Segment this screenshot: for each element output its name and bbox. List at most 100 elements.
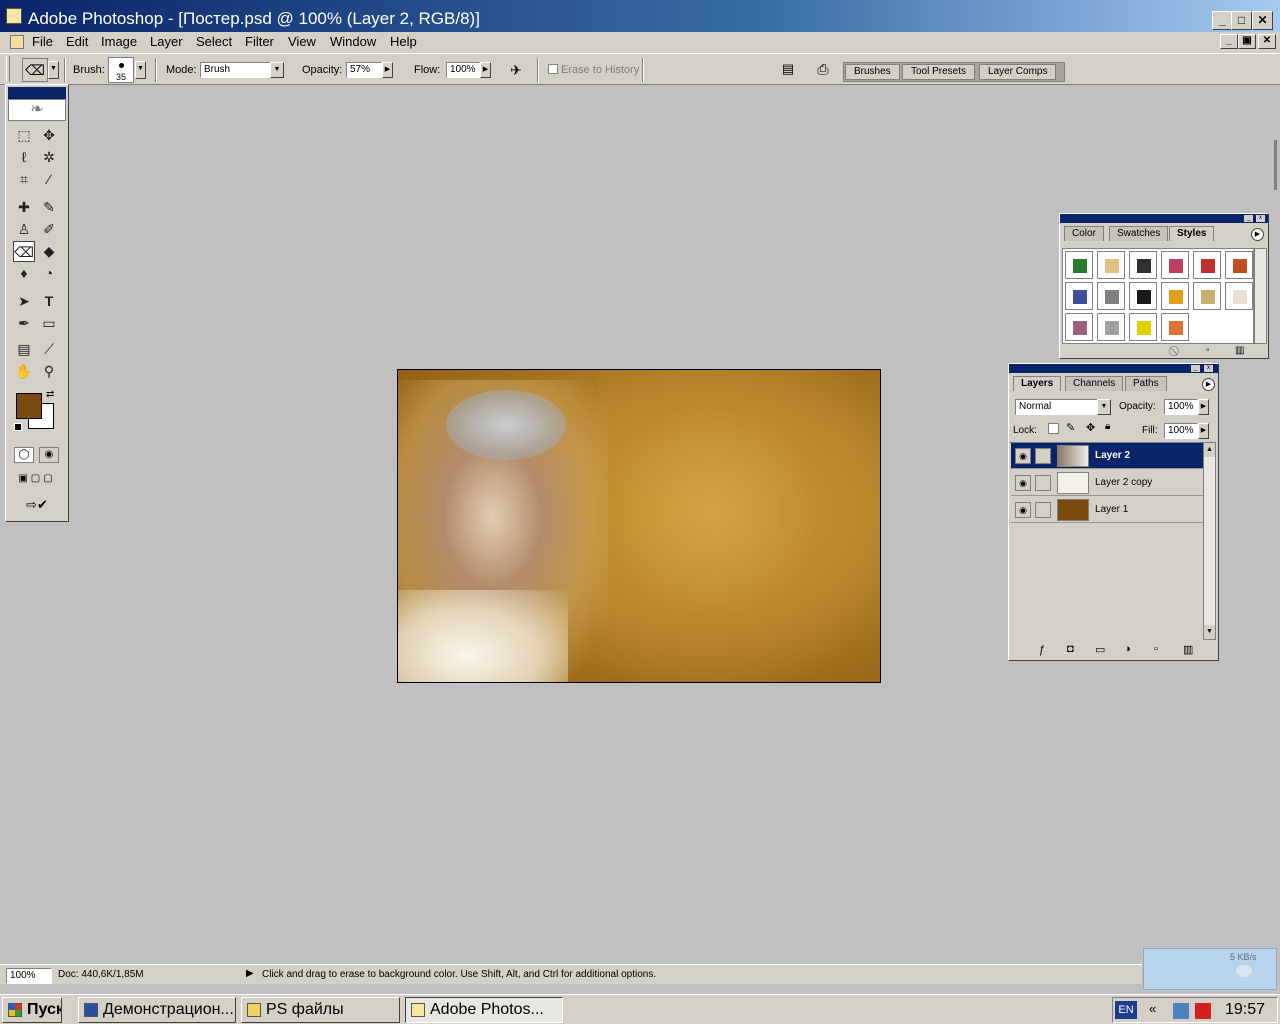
layer-style-icon[interactable]: ƒ xyxy=(1039,644,1045,656)
menu-window[interactable]: Window xyxy=(330,34,376,49)
slice-tool-icon[interactable]: ⁄ xyxy=(38,169,60,190)
network-monitor-widget[interactable]: 5 KB/s xyxy=(1143,948,1277,990)
style-swatch[interactable] xyxy=(1225,251,1253,279)
lasso-tool-icon[interactable]: ℓ xyxy=(13,147,35,168)
doc-restore-button[interactable]: ▣ xyxy=(1238,34,1256,49)
layers-scrollbar[interactable]: ▲ ▼ xyxy=(1203,442,1216,640)
style-swatch[interactable] xyxy=(1193,282,1221,310)
standard-mode-icon[interactable]: ◯ xyxy=(14,447,34,463)
move-tool-icon[interactable]: ✥ xyxy=(38,125,60,146)
language-indicator[interactable]: EN xyxy=(1115,1001,1137,1019)
jump-to-imageready-icon[interactable]: ⇨✔ xyxy=(13,497,61,517)
layer-brush-link-icon[interactable] xyxy=(1035,448,1051,464)
brush-tool-icon[interactable]: ✎ xyxy=(38,197,60,218)
brush-dropdown-arrow[interactable]: ▼ xyxy=(135,61,146,79)
layers-minimize-icon[interactable]: _ xyxy=(1191,365,1200,372)
layer-link-icon[interactable] xyxy=(1035,502,1051,518)
layer-row[interactable]: ◉ Layer 1 xyxy=(1011,497,1209,523)
hand-tool-icon[interactable]: ✋ xyxy=(13,361,35,382)
style-swatch[interactable] xyxy=(1129,251,1157,279)
style-swatch[interactable] xyxy=(1097,251,1125,279)
preset-dropdown-arrow[interactable]: ▼ xyxy=(48,61,59,79)
document-canvas[interactable] xyxy=(397,369,881,683)
visibility-eye-icon[interactable]: ◉ xyxy=(1015,448,1031,464)
shape-tool-icon[interactable]: ▭ xyxy=(38,313,60,334)
toolbox-header[interactable] xyxy=(8,87,66,99)
styles-panel-header[interactable] xyxy=(1060,214,1268,223)
visibility-eye-icon[interactable]: ◉ xyxy=(1015,475,1031,491)
eraser-preset-icon[interactable]: ⌫ xyxy=(22,58,48,82)
visibility-eye-icon[interactable]: ◉ xyxy=(1015,502,1031,518)
clone-stamp-tool-icon[interactable]: ♙ xyxy=(13,219,35,240)
style-swatch[interactable] xyxy=(1161,313,1189,341)
style-swatch[interactable] xyxy=(1129,313,1157,341)
lock-position-icon[interactable]: ✥ xyxy=(1086,421,1095,434)
airbrush-icon[interactable]: ✈ xyxy=(504,59,528,81)
marquee-tool-icon[interactable]: ⬚ xyxy=(13,125,35,146)
screen-mode-icons[interactable]: ▣▢▢ xyxy=(13,473,61,489)
layer-opacity-input[interactable]: 100% xyxy=(1164,399,1198,415)
palette-well-icon[interactable]: ⎙ xyxy=(812,60,834,78)
blend-mode-select[interactable]: Normal xyxy=(1015,399,1101,415)
photoshop-app-icon[interactable] xyxy=(6,8,22,24)
tray-expand-icon[interactable]: « xyxy=(1149,1001,1156,1016)
style-swatch[interactable] xyxy=(1065,251,1093,279)
style-swatch[interactable] xyxy=(1065,313,1093,341)
tab-swatches[interactable]: Swatches xyxy=(1109,226,1169,241)
tab-styles[interactable]: Styles xyxy=(1169,226,1215,241)
dodge-tool-icon[interactable]: ◔ xyxy=(38,263,60,284)
history-brush-tool-icon[interactable]: ✐ xyxy=(38,219,60,240)
layer-row[interactable]: ◉ Layer 2 copy xyxy=(1011,470,1209,496)
path-selection-tool-icon[interactable]: ➤ xyxy=(13,291,35,312)
close-button[interactable]: ✕ xyxy=(1252,11,1273,30)
minimize-button[interactable]: _ xyxy=(1212,11,1233,30)
menu-help[interactable]: Help xyxy=(390,34,417,49)
network-tray-icon[interactable] xyxy=(1173,1003,1189,1019)
menu-select[interactable]: Select xyxy=(196,34,232,49)
layers-close-icon[interactable]: x xyxy=(1204,365,1213,372)
swap-colors-icon[interactable]: ⇄ xyxy=(46,389,54,400)
mode-dropdown-arrow[interactable]: ▼ xyxy=(270,62,284,78)
lock-transparency-icon[interactable] xyxy=(1048,423,1059,434)
taskbar-item-word[interactable]: Демонстрацион... xyxy=(78,997,236,1023)
layers-menu-arrow-icon[interactable]: ▶ xyxy=(1202,378,1215,391)
scroll-up-icon[interactable]: ▲ xyxy=(1204,443,1215,457)
brush-preview[interactable]: 35 xyxy=(108,57,134,83)
eraser-tool-icon[interactable]: ⌫ xyxy=(13,241,35,262)
flow-input[interactable]: 100% xyxy=(446,62,480,78)
delete-layer-icon[interactable]: ▥ xyxy=(1183,643,1193,656)
doc-minimize-button[interactable]: _ xyxy=(1220,34,1238,49)
taskbar-item-photoshop[interactable]: Adobe Photos... xyxy=(405,997,563,1023)
styles-minimize-icon[interactable]: _ xyxy=(1244,215,1253,222)
taskbar-item-folder[interactable]: PS файлы xyxy=(241,997,400,1023)
type-tool-icon[interactable]: T xyxy=(38,291,60,312)
style-swatch[interactable] xyxy=(1097,313,1125,341)
erase-history-checkbox[interactable] xyxy=(548,64,558,74)
document-icon[interactable] xyxy=(10,35,24,49)
start-button[interactable]: Пуск xyxy=(2,997,62,1023)
menu-edit[interactable]: Edit xyxy=(66,34,88,49)
notes-tool-icon[interactable]: ▤ xyxy=(13,339,35,360)
zoom-tool-icon[interactable]: ⚲ xyxy=(38,361,60,382)
menu-view[interactable]: View xyxy=(288,34,316,49)
layer-link-icon[interactable] xyxy=(1035,475,1051,491)
tab-layers[interactable]: Layers xyxy=(1013,376,1062,391)
menu-layer[interactable]: Layer xyxy=(150,34,183,49)
antivirus-tray-icon[interactable] xyxy=(1195,1003,1211,1019)
layer-row[interactable]: ◉ Layer 2 xyxy=(1011,443,1209,469)
blend-mode-arrow[interactable]: ▼ xyxy=(1097,399,1111,415)
menu-file[interactable]: File xyxy=(32,34,53,49)
magic-wand-tool-icon[interactable]: ✲ xyxy=(38,147,60,168)
menu-filter[interactable]: Filter xyxy=(245,34,274,49)
tab-paths[interactable]: Paths xyxy=(1125,376,1167,391)
lock-all-icon[interactable]: 🔒︎ xyxy=(1105,421,1110,432)
well-tab-tool-presets[interactable]: Tool Presets xyxy=(902,64,976,80)
style-swatch[interactable] xyxy=(1129,282,1157,310)
styles-scrollbar[interactable] xyxy=(1254,248,1267,344)
default-colors-icon[interactable] xyxy=(14,423,22,431)
blur-tool-icon[interactable]: ♦ xyxy=(13,263,35,284)
style-swatch[interactable] xyxy=(1193,251,1221,279)
delete-style-icon[interactable]: ▥ xyxy=(1235,345,1244,356)
well-tab-brushes[interactable]: Brushes xyxy=(845,64,900,80)
zoom-field[interactable]: 100% xyxy=(6,968,52,984)
